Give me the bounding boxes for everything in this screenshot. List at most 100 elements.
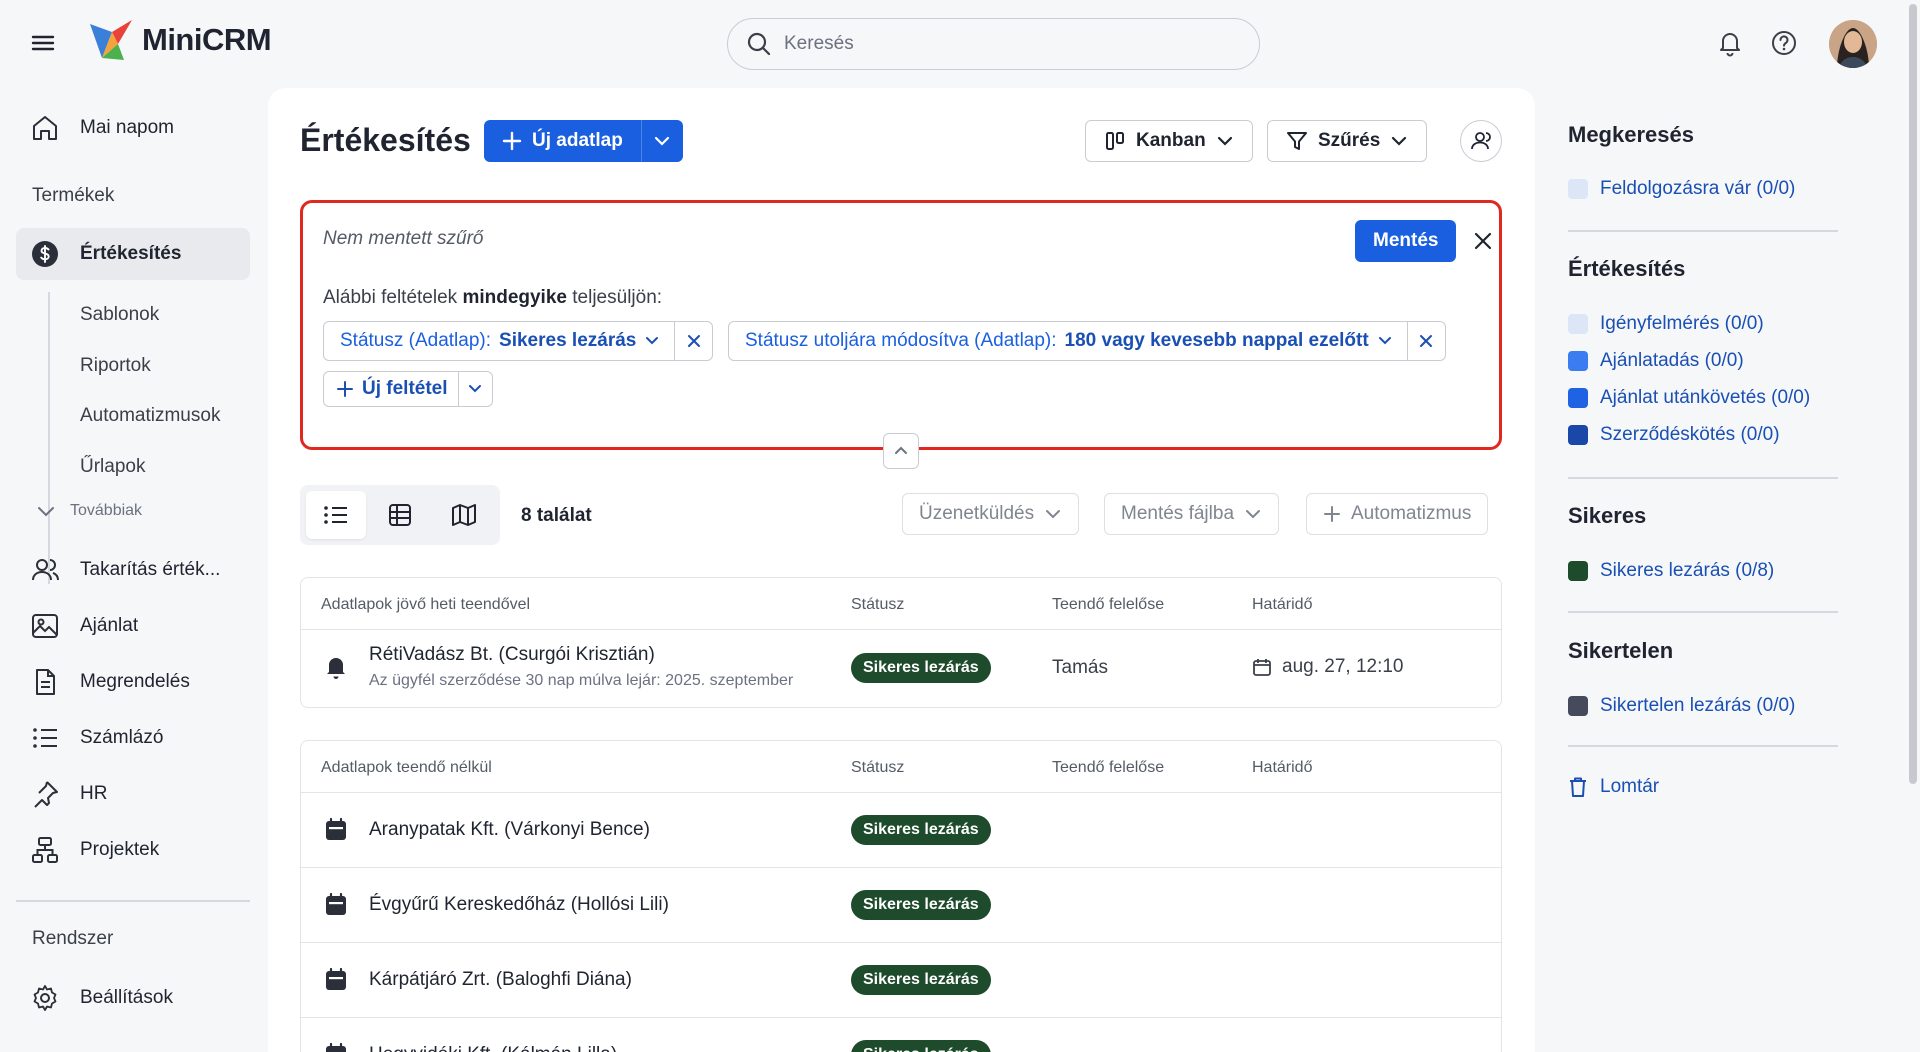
table-row[interactable]: RétiVadász Bt. (Csurgói Krisztián) Az üg… (301, 630, 1501, 707)
sidebar-section-products: Termékek (32, 185, 115, 206)
list-view-button[interactable] (306, 491, 366, 539)
document-icon (36, 669, 55, 695)
table-view-button[interactable] (370, 491, 430, 539)
table-row[interactable]: Évgyűrű Kereskedőház (Hollósi Lili) Sike… (301, 868, 1501, 943)
table-row[interactable]: Kárpátjáró Zrt. (Baloghfi Diána) Sikeres… (301, 943, 1501, 1018)
chevron-up-icon (895, 446, 907, 454)
record-title[interactable]: RétiVadász Bt. (Csurgói Krisztián) (369, 644, 655, 666)
status-color-swatch (1568, 314, 1588, 334)
sidebar-item-offer[interactable]: Ajánlat (16, 600, 250, 652)
filter-chip-edit[interactable]: Státusz (Adatlap): Sikeres lezárás (324, 322, 674, 360)
sidebar-subitem-templates[interactable]: Sablonok (80, 304, 159, 326)
status-divider (1568, 611, 1838, 613)
chevron-down-icon (1246, 510, 1261, 519)
view-select-label: Kanban (1136, 130, 1206, 151)
status-color-swatch (1568, 561, 1588, 581)
conditions-operator[interactable]: mindegyike (462, 287, 567, 308)
add-condition-button[interactable]: Új feltétel (324, 372, 458, 406)
filter-chip-edit[interactable]: Státusz utoljára módosítva (Adatlap): 18… (729, 322, 1407, 360)
close-icon (687, 335, 700, 347)
help-icon[interactable] (1770, 29, 1798, 57)
column-header-owner[interactable]: Teendő felelőse (1052, 596, 1164, 614)
status-item[interactable]: Sikeres lezárás (0/8) (1568, 560, 1774, 582)
column-header-deadline[interactable]: Határidő (1252, 596, 1312, 614)
chevron-down-icon (1217, 136, 1232, 146)
new-record-dropdown[interactable] (640, 120, 683, 162)
status-item[interactable]: Ajánlatadás (0/0) (1568, 350, 1744, 372)
bell-icon (327, 658, 345, 679)
save-filter-button[interactable]: Mentés (1355, 220, 1457, 262)
sidebar-item-label: Beállítások (80, 987, 173, 1008)
status-item[interactable]: Feldolgozásra vár (0/0) (1568, 178, 1795, 200)
status-item[interactable]: Sikertelen lezárás (0/0) (1568, 695, 1795, 717)
view-toggle (300, 485, 500, 545)
filter-chip-status-modified: Státusz utoljára módosítva (Adatlap): 18… (728, 321, 1446, 361)
record-title[interactable]: Aranypatak Kft. (Várkonyi Bence) (369, 819, 650, 841)
sidebar-item-hr[interactable]: HR (16, 768, 250, 820)
column-header-status[interactable]: Státusz (851, 596, 904, 614)
avatar[interactable] (1829, 20, 1877, 68)
plus-icon (502, 131, 522, 151)
status-item[interactable]: Ajánlat utánkövetés (0/0) (1568, 387, 1810, 409)
remove-condition-button[interactable] (1406, 322, 1445, 360)
user-icon (1471, 132, 1491, 150)
sidebar: Mai napom Termékek Értékesítés Sablonok … (0, 86, 266, 1052)
sidebar-item-cleaning[interactable]: Takarítás érték... (16, 544, 250, 596)
status-item-label: Sikeres lezárás (0/8) (1600, 560, 1775, 581)
sidebar-item-order[interactable]: Megrendelés (16, 656, 250, 708)
page-title: Értékesítés (300, 122, 471, 158)
remove-condition-button[interactable] (674, 322, 712, 360)
record-title[interactable]: Kárpátjáró Zrt. (Baloghfi Diána) (369, 969, 632, 991)
status-group-title: Megkeresés (1568, 122, 1694, 147)
sidebar-more-toggle[interactable]: Továbbiak (36, 502, 142, 520)
export-button[interactable]: Mentés fájlba (1104, 493, 1280, 535)
status-badge: Sikeres lezárás (851, 890, 991, 920)
new-record-button[interactable]: Új adatlap (484, 120, 641, 162)
collapse-filter-button[interactable] (883, 433, 919, 469)
column-header-deadline[interactable]: Határidő (1252, 759, 1312, 777)
chevron-down-icon (646, 337, 659, 345)
status-divider (1568, 745, 1838, 747)
sidebar-item-label: HR (80, 783, 108, 804)
menu-icon[interactable] (30, 31, 60, 57)
app-logo[interactable]: MiniCRM (88, 18, 272, 62)
sidebar-item-sales[interactable]: Értékesítés (16, 228, 250, 280)
status-color-swatch (1568, 351, 1588, 371)
sidebar-item-projects[interactable]: Projektek (16, 824, 250, 876)
sidebar-subitem-reports[interactable]: Riportok (80, 355, 151, 377)
bell-icon[interactable] (1716, 29, 1744, 57)
column-header-status[interactable]: Státusz (851, 759, 904, 777)
status-item-label: Igényfelmérés (0/0) (1600, 313, 1764, 334)
trash-link[interactable]: Lomtár (1568, 776, 1659, 798)
table-row[interactable]: Aranypatak Kft. (Várkonyi Bence) Sikeres… (301, 793, 1501, 868)
chevron-down-icon (655, 136, 670, 146)
add-condition-dropdown[interactable] (457, 372, 492, 406)
record-title[interactable]: Hegyvidéki Kft. (Kálmán Lilla) (369, 1044, 617, 1052)
status-item[interactable]: Igényfelmérés (0/0) (1568, 313, 1764, 335)
record-title[interactable]: Évgyűrű Kereskedőház (Hollósi Lili) (369, 894, 669, 916)
status-group-title: Sikertelen (1568, 638, 1674, 663)
map-view-button[interactable] (434, 491, 494, 539)
automation-button[interactable]: Automatizmus (1306, 493, 1489, 535)
status-item[interactable]: Szerződéskötés (0/0) (1568, 424, 1780, 446)
view-select-button[interactable]: Kanban (1085, 120, 1253, 162)
plus-icon (1324, 506, 1340, 522)
sidebar-item-today[interactable]: Mai napom (16, 102, 250, 154)
search-input[interactable] (784, 33, 1224, 55)
sidebar-subitem-forms[interactable]: Űrlapok (80, 456, 145, 478)
column-header-owner[interactable]: Teendő felelőse (1052, 759, 1164, 777)
sidebar-item-settings[interactable]: Beállítások (16, 972, 250, 1024)
plus-icon (337, 381, 353, 397)
sidebar-subitem-automations[interactable]: Automatizmusok (80, 405, 220, 427)
filter-chip-value: Sikeres lezárás (499, 330, 637, 351)
filter-name[interactable]: Nem mentett szűrő (323, 228, 484, 250)
user-filter-button[interactable] (1460, 120, 1502, 162)
messaging-button[interactable]: Üzenetküldés (902, 493, 1080, 535)
sidebar-item-invoicing[interactable]: Számlázó (16, 712, 250, 764)
scrollbar[interactable] (1909, 4, 1917, 784)
home-icon (33, 116, 57, 140)
filter-button[interactable]: Szűrés (1267, 120, 1428, 162)
close-icon[interactable] (1471, 229, 1495, 253)
table-row[interactable]: Hegyvidéki Kft. (Kálmán Lilla) Sikeres l… (301, 1018, 1501, 1052)
search-box[interactable] (727, 18, 1260, 70)
